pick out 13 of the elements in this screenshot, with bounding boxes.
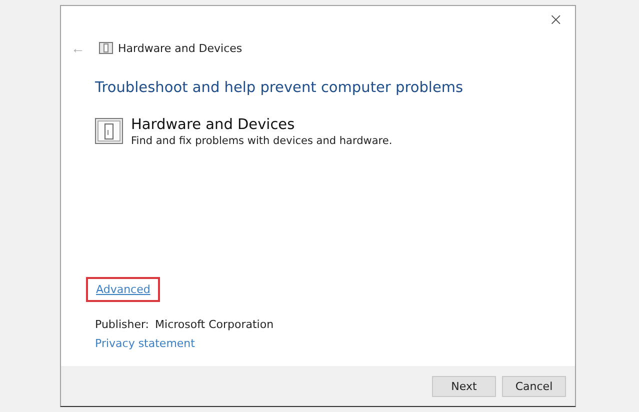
device-icon [99, 42, 113, 54]
breadcrumb-title: Hardware and Devices [118, 42, 242, 54]
close-button[interactable]: × [536, 6, 575, 34]
privacy-link[interactable]: Privacy statement [95, 337, 195, 350]
publisher-label: Publisher: [95, 318, 150, 331]
troubleshooter-description: Find and fix problems with devices and hardware. [131, 135, 392, 147]
dialog-button[interactable]: Next [432, 376, 496, 396]
device-icon [95, 118, 123, 144]
publisher-name: Microsoft Corporation [155, 318, 274, 331]
page-heading: Troubleshoot and help prevent computer problems [95, 80, 464, 96]
dialog-button[interactable]: Cancel [502, 376, 566, 396]
advanced-link[interactable]: Advanced [86, 277, 160, 302]
troubleshooter-title: Hardware and Devices [131, 116, 296, 134]
